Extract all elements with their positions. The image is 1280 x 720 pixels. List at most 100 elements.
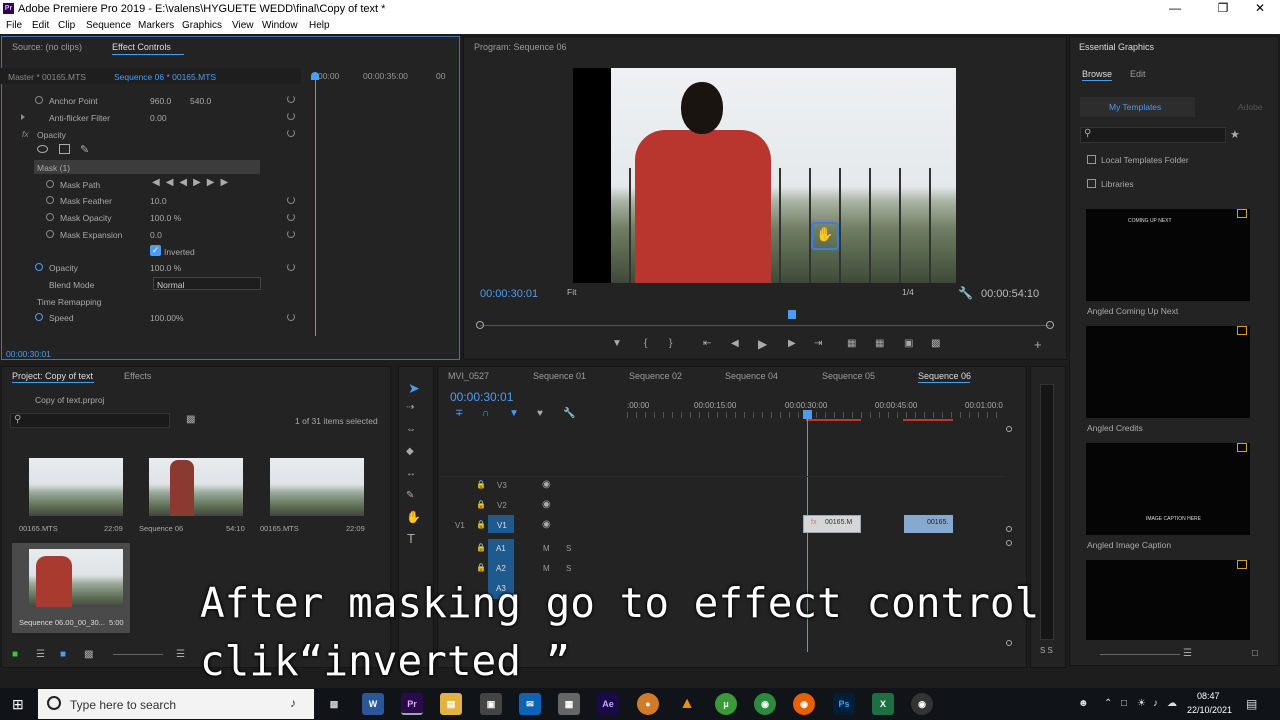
stopwatch-icon[interactable] (35, 263, 43, 271)
minimize-icon[interactable]: — (1160, 1, 1190, 17)
ellipse-mask-icon[interactable] (37, 145, 48, 153)
program-title[interactable]: Program: Sequence 06 (474, 42, 567, 52)
scrubber-end-handle[interactable] (1046, 321, 1054, 329)
expand-icon[interactable] (21, 114, 25, 120)
reset-icon[interactable] (287, 95, 295, 103)
step-back-icon[interactable]: ◀ (731, 338, 739, 349)
menu-view[interactable]: View (232, 20, 254, 31)
linked-selection-icon[interactable]: ∩ (482, 408, 489, 419)
lock-icon[interactable]: ■ (12, 649, 18, 660)
after-effects-icon[interactable]: Ae (597, 693, 619, 715)
program-timecode[interactable]: 00:00:30:01 (480, 288, 538, 300)
mask-feather-value[interactable]: 10.0 (150, 196, 167, 206)
essential-graphics-title[interactable]: Essential Graphics (1079, 42, 1154, 52)
slip-tool-icon[interactable]: ↔ (406, 468, 416, 479)
tab-source[interactable]: Source: (no clips) (12, 42, 82, 52)
mark-out-icon[interactable]: } (669, 338, 672, 349)
stopwatch-icon[interactable] (46, 213, 54, 221)
timeline-tab[interactable]: Sequence 02 (629, 371, 682, 381)
selection-tool-icon[interactable]: ➤ (408, 380, 420, 397)
libraries-checkbox[interactable] (1087, 179, 1096, 188)
media-app-icon[interactable]: ● (637, 693, 659, 715)
type-tool-icon[interactable]: T (407, 531, 415, 546)
razor-tool-icon[interactable]: ◆ (406, 446, 414, 457)
freeform-view-icon[interactable]: ▩ (84, 649, 93, 660)
star-icon[interactable]: ★ (1230, 128, 1240, 141)
calculator-icon[interactable]: ▦ (558, 693, 580, 715)
cloud-icon[interactable]: ☁ (1167, 698, 1177, 709)
opacity-value[interactable]: 100.0 % (150, 263, 181, 273)
play-icon[interactable]: ▶ (758, 337, 767, 351)
local-templates-checkbox[interactable] (1087, 155, 1096, 164)
marker-icon[interactable]: ♥ (537, 408, 543, 419)
photoshop-icon[interactable]: Ps (833, 693, 855, 715)
utorrent-icon[interactable]: μ (715, 693, 737, 715)
lock-icon[interactable]: 🔒 (476, 520, 486, 529)
maximize-icon[interactable]: ❐ (1208, 1, 1238, 17)
scroll-handle[interactable] (1006, 526, 1012, 532)
new-layer-icon[interactable]: □ (1252, 648, 1258, 659)
snap-icon[interactable]: ∓ (455, 408, 463, 419)
timeline-tab[interactable]: Sequence 04 (725, 371, 778, 381)
windows-start-icon[interactable]: ⊞ (12, 697, 26, 711)
word-icon[interactable]: W (362, 693, 384, 715)
obs-icon[interactable]: ◉ (911, 693, 933, 715)
fit-select[interactable]: Fit (567, 287, 576, 297)
template-search-input[interactable] (1080, 127, 1226, 143)
solo-button[interactable]: S (566, 544, 571, 553)
go-to-out-icon[interactable]: ⇥ (814, 338, 822, 349)
volume-icon[interactable]: ♪ (1153, 698, 1158, 709)
eye-icon[interactable]: ◉ (542, 519, 551, 530)
mute-button[interactable]: M (543, 564, 550, 573)
menu-file[interactable]: File (6, 20, 22, 31)
mute-button[interactable]: M (543, 544, 550, 553)
inverted-checkbox[interactable]: ✓ (150, 245, 161, 256)
firefox-icon[interactable]: ◉ (793, 693, 815, 715)
program-playhead[interactable] (788, 310, 796, 319)
people-icon[interactable]: ☻ (1078, 698, 1089, 709)
lock-icon[interactable]: 🔒 (476, 480, 486, 489)
tab-effects[interactable]: Effects (124, 371, 151, 381)
scroll-handle[interactable] (1006, 426, 1012, 432)
adobe-stock-label[interactable]: Adobe (1238, 102, 1263, 112)
project-thumb[interactable] (270, 458, 364, 516)
camera-icon[interactable]: ▣ (904, 338, 913, 349)
pen-tool-icon[interactable]: ✎ (406, 490, 414, 501)
lift-icon[interactable]: ▦ (847, 338, 856, 349)
taskbar-time[interactable]: 08:47 (1197, 691, 1220, 701)
reset-icon[interactable] (287, 129, 295, 137)
menu-clip[interactable]: Clip (58, 20, 75, 31)
hand-tool-icon[interactable]: ✋ (406, 510, 421, 524)
menu-help[interactable]: Help (309, 20, 330, 31)
menu-graphics[interactable]: Graphics (182, 20, 222, 31)
wrench-icon[interactable]: 🔧 (563, 408, 575, 419)
vlc-icon[interactable]: ▲ (676, 693, 698, 715)
thumb-size-slider[interactable] (1100, 654, 1180, 655)
mask-opacity-value[interactable]: 100.0 % (150, 213, 181, 223)
bin-icon[interactable]: ▩ (186, 414, 195, 425)
tab-edit[interactable]: Edit (1130, 69, 1146, 79)
icon-view-icon[interactable]: ■ (60, 649, 66, 660)
project-search-input[interactable] (10, 413, 170, 428)
program-video-frame[interactable]: ✋ (573, 68, 956, 283)
timeline-tab[interactable]: Sequence 01 (533, 371, 586, 381)
comparison-view-icon[interactable]: ▩ (931, 338, 940, 349)
stopwatch-icon[interactable] (46, 230, 54, 238)
task-view-icon[interactable]: ▩ (323, 693, 345, 715)
eye-icon[interactable]: ◉ (542, 479, 551, 490)
network-icon[interactable]: □ (1121, 698, 1127, 709)
project-thumb[interactable] (29, 458, 123, 516)
timeline-tab-active[interactable]: Sequence 06 (918, 371, 971, 381)
template-thumb[interactable] (1086, 560, 1250, 640)
reset-icon[interactable] (287, 213, 295, 221)
eye-icon[interactable]: ◉ (542, 499, 551, 510)
lock-icon[interactable]: 🔒 (476, 563, 486, 572)
wrench-icon[interactable]: 🔧 (958, 286, 973, 300)
extract-icon[interactable]: ▦ (875, 338, 884, 349)
taskbar-date[interactable]: 22/10/2021 (1187, 705, 1232, 715)
add-marker-icon[interactable]: ▼ (509, 408, 519, 419)
playhead-handle[interactable] (311, 72, 319, 80)
list-view-icon[interactable]: ☰ (1183, 648, 1192, 659)
reset-icon[interactable] (287, 230, 295, 238)
reset-icon[interactable] (287, 313, 295, 321)
